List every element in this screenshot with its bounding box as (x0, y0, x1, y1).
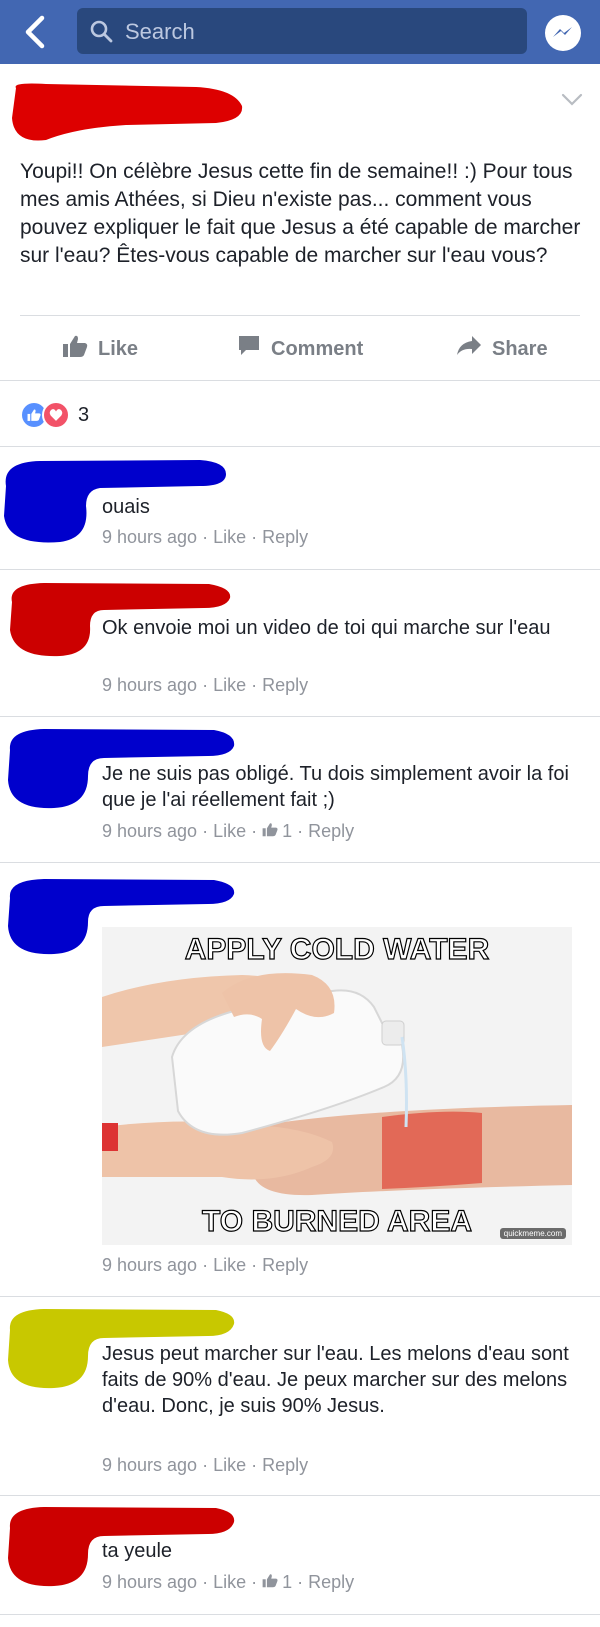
divider (0, 716, 600, 717)
comment-time: 9 hours ago (102, 527, 198, 547)
like-button[interactable]: Like (62, 334, 138, 364)
meme-watermark: quickmeme.com (499, 1228, 566, 1239)
meme-top-caption: APPLY COLD WATER (184, 932, 490, 966)
search-bar[interactable] (77, 8, 527, 54)
comment-button[interactable]: Comment (237, 334, 363, 364)
divider (0, 569, 600, 570)
comment-meta: 9 hours ago · Like · 1 · Reply (102, 821, 355, 842)
comment-time: 9 hours ago (102, 821, 198, 841)
love-reaction-icon (42, 401, 70, 429)
divider (20, 315, 580, 316)
comment-like-count: 1 (282, 1572, 293, 1592)
comment-label: Comment (271, 337, 364, 360)
comment-like-link[interactable]: Like (213, 675, 246, 696)
comment-time: 9 hours ago (102, 1255, 198, 1275)
comment-time: 9 hours ago (102, 675, 198, 695)
comment-text: ta yeule (102, 1540, 173, 1562)
comment-reply-link[interactable]: Reply (308, 821, 354, 842)
comment-meta: 9 hours ago · Like · Reply (102, 527, 309, 548)
divider (0, 1495, 600, 1496)
back-icon[interactable] (18, 12, 54, 52)
comment-meta: 9 hours ago · Like · Reply (102, 1455, 309, 1476)
comment-like-link[interactable]: Like (213, 1255, 246, 1276)
comment-time: 9 hours ago (102, 1572, 198, 1592)
comment-like-link[interactable]: Like (213, 1455, 246, 1476)
comment-text: Ok envoie moi un video de toi qui marche… (102, 617, 551, 639)
divider (0, 1614, 600, 1615)
comment-like-link[interactable]: Like (213, 1572, 246, 1593)
divider (0, 862, 600, 863)
share-icon (456, 335, 482, 363)
comment-text: ouais (102, 496, 150, 518)
comment-like-count: 1 (282, 821, 293, 841)
share-label: Share (492, 337, 548, 360)
meme-image[interactable]: APPLY COLD WATER TO BURNED AREA quickmem… (102, 927, 572, 1245)
comment-reply-link[interactable]: Reply (262, 527, 308, 548)
comment-reply-link[interactable]: Reply (262, 1455, 308, 1476)
meme-illustration (102, 927, 572, 1245)
like-label: Like (98, 337, 139, 360)
like-count-icon (262, 821, 278, 842)
top-bar (0, 0, 600, 64)
post-text: Youpi!! On célèbre Jesus cette fin de se… (20, 160, 581, 267)
comment-text: Je ne suis pas obligé. Tu dois simplemen… (102, 763, 569, 811)
messenger-icon[interactable] (544, 14, 582, 52)
search-icon (89, 19, 113, 48)
comment-like-link[interactable]: Like (213, 821, 246, 842)
reactions-summary[interactable]: 3 (20, 401, 89, 429)
comment-reply-link[interactable]: Reply (262, 675, 308, 696)
author-name-redacted (6, 78, 246, 153)
comment-meta: 9 hours ago · Like · Reply (102, 1255, 309, 1276)
comment-meta: 9 hours ago · Like · 1 · Reply (102, 1572, 355, 1593)
comment-reply-link[interactable]: Reply (308, 1572, 354, 1593)
comment-icon (237, 334, 261, 364)
comment-meta: 9 hours ago · Like · Reply (102, 675, 309, 696)
reaction-count: 3 (78, 403, 90, 426)
share-button[interactable]: Share (456, 334, 548, 364)
comment-text: Jesus peut marcher sur l'eau. Les melons… (102, 1343, 569, 1417)
divider (0, 380, 600, 381)
divider (0, 446, 600, 447)
like-count-icon (262, 1572, 278, 1593)
search-input[interactable] (123, 16, 507, 48)
comment-like-link[interactable]: Like (213, 527, 246, 548)
divider (0, 1296, 600, 1297)
thumbs-up-icon (62, 334, 88, 364)
comment-reply-link[interactable]: Reply (262, 1255, 308, 1276)
comment-time: 9 hours ago (102, 1455, 198, 1475)
chevron-down-icon[interactable] (560, 92, 584, 113)
